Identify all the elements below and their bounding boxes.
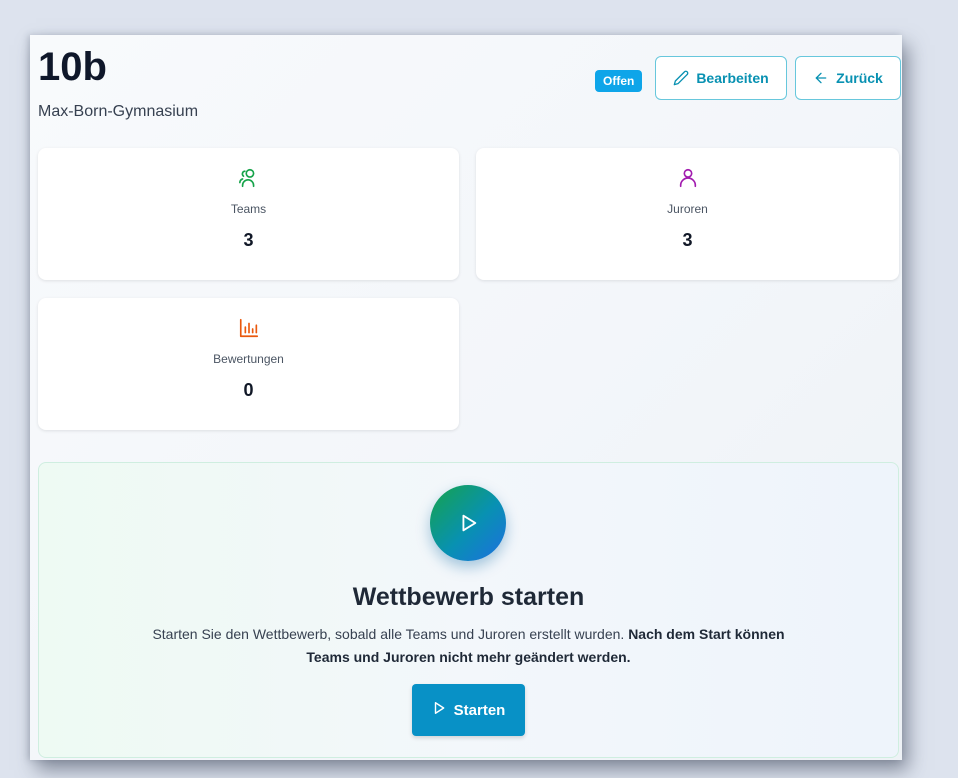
main-window: 10b Max-Born-Gymnasium Offen Bearbeiten … [30, 35, 902, 760]
arrow-left-icon [813, 70, 829, 86]
page-title: 10b [38, 45, 107, 89]
stat-label-teams: Teams [230, 202, 267, 216]
stat-value-teams: 3 [243, 230, 254, 250]
start-panel-description: Starten Sie den Wettbewerb, sobald alle … [149, 623, 788, 669]
bar-chart-icon [238, 317, 260, 344]
user-icon [677, 167, 699, 194]
stat-card-bewertungen: Bewertungen 0 [38, 298, 459, 430]
start-button[interactable]: Starten [412, 684, 525, 736]
play-icon [430, 485, 506, 561]
start-panel-text: Starten Sie den Wettbewerb, sobald alle … [152, 626, 625, 642]
stat-value-bewertungen: 0 [243, 380, 254, 400]
play-icon [432, 701, 446, 719]
stat-card-juroren: Juroren 3 [476, 148, 899, 280]
edit-button-label: Bearbeiten [696, 70, 769, 86]
start-competition-panel: Wettbewerb starten Starten Sie den Wettb… [38, 462, 899, 758]
edit-button[interactable]: Bearbeiten [655, 56, 787, 100]
status-badge: Offen [595, 70, 643, 92]
stat-label-bewertungen: Bewertungen [213, 352, 284, 366]
start-panel-title: Wettbewerb starten [352, 583, 585, 611]
pencil-icon [673, 70, 689, 86]
stat-card-teams: Teams 3 [38, 148, 459, 280]
back-button[interactable]: Zurück [795, 56, 901, 100]
stat-value-juroren: 3 [682, 230, 693, 250]
start-button-label: Starten [453, 701, 506, 719]
page-subtitle: Max-Born-Gymnasium [38, 103, 199, 120]
stat-label-juroren: Juroren [667, 202, 708, 216]
users-icon [238, 167, 260, 194]
back-button-label: Zurück [836, 70, 883, 86]
